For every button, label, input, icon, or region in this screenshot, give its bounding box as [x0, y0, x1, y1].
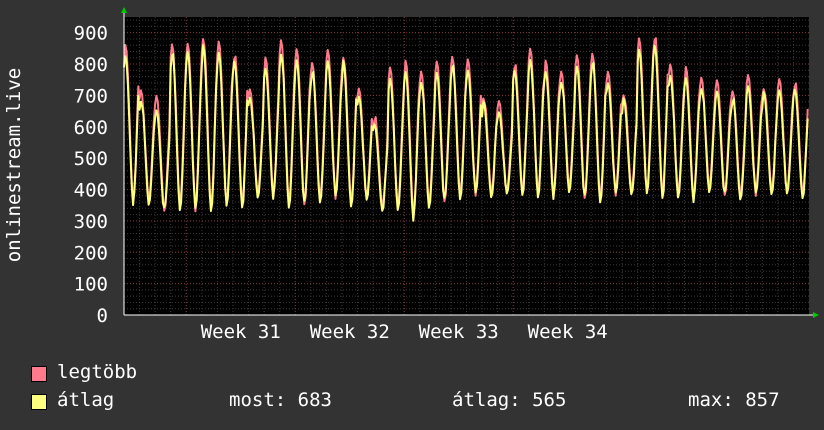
- x-tick-label: Week 33: [419, 321, 499, 343]
- legend-label-max: legtöbb: [57, 361, 138, 383]
- y-tick-label: 0: [97, 305, 108, 327]
- y-tick-label: 700: [74, 85, 108, 107]
- y-axis-arrow: [121, 7, 127, 13]
- y-tick-label: 600: [74, 117, 108, 139]
- y-tick-label: 500: [74, 148, 108, 170]
- y-tick-label: 800: [74, 54, 108, 76]
- y-tick-label: 300: [74, 211, 108, 233]
- legend-swatch-max: [31, 366, 47, 382]
- y-tick-label: 400: [74, 180, 108, 202]
- legend-label-avg: átlag: [57, 389, 115, 411]
- y-tick-label: 900: [74, 23, 108, 45]
- stat-maximum: max: 857: [688, 389, 780, 411]
- x-tick-label: Week 34: [528, 321, 608, 343]
- x-axis-arrow: [813, 312, 819, 318]
- x-tick-label: Week 32: [310, 321, 390, 343]
- y-axis-label: onlinestream.live: [3, 68, 25, 262]
- legend-swatch-avg: [31, 394, 47, 410]
- stat-average: átlag: 565: [452, 389, 567, 411]
- stat-current: most: 683: [229, 389, 332, 411]
- y-tick-label: 200: [74, 242, 108, 264]
- x-tick-label: Week 31: [201, 321, 281, 343]
- y-tick-label: 100: [74, 274, 108, 296]
